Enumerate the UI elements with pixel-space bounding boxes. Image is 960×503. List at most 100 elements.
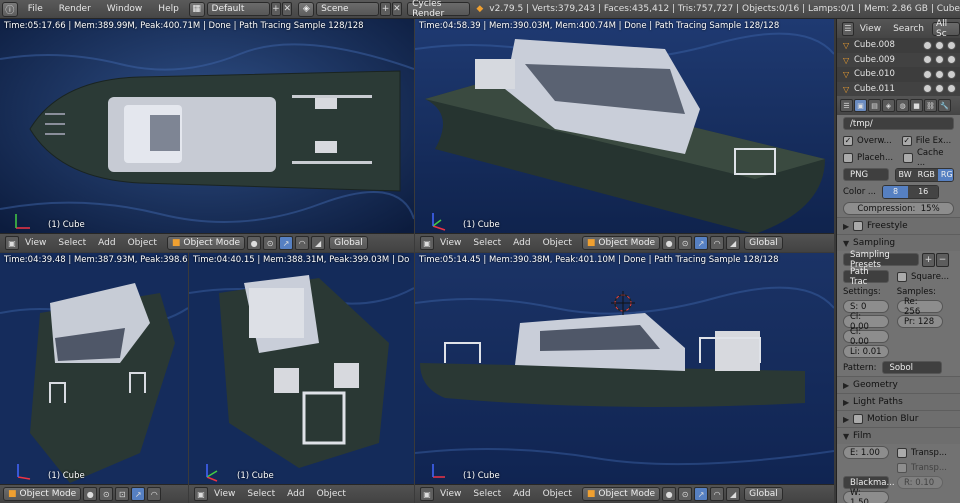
visibility-icon[interactable] — [923, 84, 932, 94]
info-editor-icon[interactable]: ⓘ — [2, 1, 18, 17]
outliner-type-icon[interactable]: ☰ — [842, 21, 854, 36]
editor-type-icon[interactable]: ▣ — [5, 236, 19, 250]
menu-window[interactable]: Window — [99, 4, 151, 14]
manipulator-icon[interactable]: ↗ — [131, 487, 146, 501]
filter-width-field[interactable]: W: 1.50 — [843, 488, 889, 503]
rotate-icon[interactable]: ◠ — [710, 487, 725, 501]
properties-type-icon[interactable]: ☰ — [840, 99, 853, 112]
viewport-bottom-right[interactable]: Time:05:14.45 | Mem:390.38M, Peak:401.10… — [415, 253, 834, 503]
light-paths-section[interactable]: ▶ Light Paths — [837, 393, 960, 410]
placeholders-checkbox[interactable] — [843, 152, 853, 163]
select-icon[interactable] — [935, 69, 944, 79]
viewport-top-right[interactable]: Time:04:58.39 | Mem:390.03M, Mem:400.74M… — [415, 19, 834, 252]
render-icon[interactable] — [947, 40, 956, 50]
snap-icon[interactable]: ⊡ — [115, 487, 130, 501]
select-icon[interactable] — [935, 55, 944, 65]
render-engine-dropdown[interactable]: Cycles Render — [407, 0, 471, 19]
viewport-top-left[interactable]: Time:05:17.66 | Mem:389.99M, Peak:400.71… — [0, 19, 414, 252]
menu-file[interactable]: File — [20, 4, 51, 14]
outliner-search-menu[interactable]: Search — [887, 24, 930, 34]
viewport-bottom-middle[interactable]: Time:04:40.15 | Mem:388.31M, Peak:399.03… — [189, 253, 414, 503]
mode-dropdown[interactable]: ■ Object Mode — [166, 236, 246, 250]
constraints-tab-icon[interactable]: ⛓ — [924, 99, 937, 112]
rotate-icon[interactable]: ◠ — [147, 487, 162, 501]
menu-object[interactable]: Object — [122, 238, 163, 248]
scene-dropdown[interactable]: Scene — [316, 2, 380, 16]
outliner-item[interactable]: ▽ Cube.008 — [837, 38, 960, 53]
menu-view[interactable]: View — [19, 238, 52, 248]
add-scene-button[interactable]: + — [380, 2, 391, 16]
clamp-indirect-field[interactable]: Cl: 0.00 — [843, 327, 889, 347]
select-icon[interactable] — [935, 84, 944, 94]
editor-type-icon[interactable]: ▣ — [420, 487, 434, 501]
menu-view[interactable]: View — [434, 489, 467, 499]
overwrite-checkbox[interactable]: ✓ — [843, 135, 853, 146]
motion-blur-checkbox[interactable] — [853, 414, 863, 424]
pivot-icon[interactable]: ⊙ — [678, 487, 693, 501]
depth-8[interactable]: 8 — [883, 185, 909, 198]
preview-samples-field[interactable]: Pr: 128 — [897, 315, 943, 328]
exposure-field[interactable]: E: 1.00 — [843, 446, 889, 459]
render-icon[interactable] — [947, 55, 956, 65]
roughness-field[interactable]: R: 0.10 — [897, 476, 943, 489]
menu-object[interactable]: Object — [537, 489, 578, 499]
pivot-icon[interactable]: ⊙ — [99, 487, 114, 501]
shading-icon[interactable]: ● — [83, 487, 98, 501]
outliner-filter-dropdown[interactable]: All Sc — [932, 19, 960, 39]
menu-select[interactable]: Select — [467, 489, 507, 499]
render-tab-icon[interactable]: ▣ — [854, 99, 867, 112]
add-preset-button[interactable]: + — [922, 252, 935, 267]
render-icon[interactable] — [947, 69, 956, 79]
scale-icon[interactable]: ◢ — [726, 487, 741, 501]
render-icon[interactable] — [947, 84, 956, 94]
shading-icon[interactable]: ● — [247, 236, 262, 250]
freestyle-section[interactable]: ▶ Freestyle — [837, 217, 960, 234]
shading-icon[interactable]: ● — [662, 236, 677, 250]
manipulator-icon[interactable]: ↗ — [694, 236, 709, 250]
motion-blur-section[interactable]: ▶ Motion Blur — [837, 410, 960, 427]
add-layout-button[interactable]: + — [270, 2, 282, 16]
remove-layout-button[interactable]: ✕ — [282, 2, 293, 16]
menu-object[interactable]: Object — [311, 489, 352, 499]
depth-16[interactable]: 16 — [908, 185, 939, 198]
cache-checkbox[interactable] — [903, 152, 913, 163]
mode-dropdown[interactable]: ■ Object Mode — [581, 487, 661, 501]
visibility-icon[interactable] — [923, 69, 932, 79]
compression-slider[interactable]: Compression: 15% — [843, 202, 954, 215]
rotate-icon[interactable]: ◠ — [710, 236, 725, 250]
sampling-section[interactable]: ▼ Sampling — [837, 234, 960, 251]
file-format-dropdown[interactable]: PNG — [843, 168, 889, 181]
render-samples-field[interactable]: Re: 256 — [897, 297, 943, 317]
orientation-dropdown[interactable]: Global — [744, 236, 783, 250]
rotate-icon[interactable]: ◠ — [295, 236, 310, 250]
light-threshold-field[interactable]: Li: 0.01 — [843, 345, 889, 358]
menu-select[interactable]: Select — [241, 489, 281, 499]
menu-help[interactable]: Help — [150, 4, 187, 14]
editor-type-icon[interactable]: ▣ — [420, 236, 434, 250]
screen-layout-icon[interactable]: ▦ — [188, 1, 205, 17]
layout-dropdown[interactable]: Default — [206, 2, 270, 16]
outliner-item[interactable]: ▽ Cube.011 — [837, 81, 960, 96]
editor-type-icon[interactable]: ▣ — [194, 487, 208, 501]
integrator-dropdown[interactable]: Path Trac — [843, 267, 889, 287]
orientation-dropdown[interactable]: Global — [329, 236, 368, 250]
menu-view[interactable]: View — [434, 238, 467, 248]
scene-tab-icon[interactable]: ◈ — [882, 99, 895, 112]
color-mode-rgb[interactable]: RGB — [914, 168, 938, 181]
freestyle-checkbox[interactable] — [853, 221, 863, 231]
manipulator-icon[interactable]: ↗ — [694, 487, 709, 501]
menu-select[interactable]: Select — [467, 238, 507, 248]
menu-add[interactable]: Add — [507, 489, 536, 499]
transparent-checkbox[interactable] — [897, 447, 907, 458]
menu-add[interactable]: Add — [92, 238, 121, 248]
film-section[interactable]: ▼ Film — [837, 427, 960, 444]
menu-add[interactable]: Add — [281, 489, 310, 499]
mode-dropdown[interactable]: ■ Object Mode — [3, 487, 82, 501]
scale-icon[interactable]: ◢ — [726, 236, 741, 250]
object-tab-icon[interactable]: ■ — [910, 99, 923, 112]
color-depth-toggle[interactable]: 8 16 — [882, 184, 940, 199]
pivot-icon[interactable]: ⊙ — [678, 236, 693, 250]
remove-preset-button[interactable]: − — [936, 252, 949, 267]
select-icon[interactable] — [935, 40, 944, 50]
color-mode-toggle[interactable]: BW RGB RGB — [894, 167, 954, 182]
